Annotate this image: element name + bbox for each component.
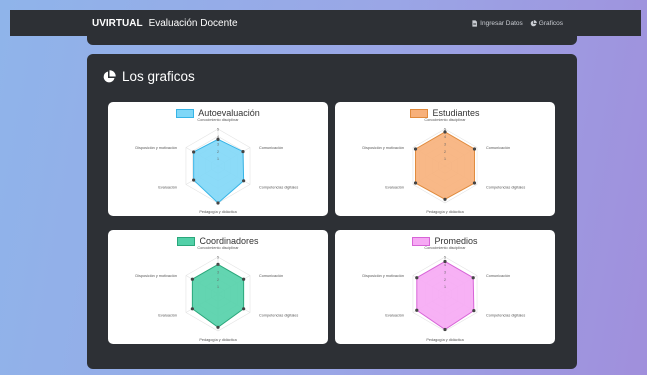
tick-label: 2 [217,150,219,154]
tick-label: 1 [444,285,446,289]
axis-label: Disposición y motivación [362,146,404,150]
radar-chart: 1 2 3 4 5 Conocimiento disciplinar Comunicació… [362,118,525,214]
radar-point [413,181,418,185]
radar-point [415,276,419,280]
radar-point [190,277,194,281]
radar-point [415,308,419,312]
radar-point [471,276,475,280]
tick-label: 2 [444,150,446,154]
radar-point [472,147,477,151]
tick-label: 1 [217,157,219,161]
axis-label: Conocimiento disciplinar [197,246,239,250]
axis-label: Evaluación [385,186,404,190]
pie-chart-icon [103,69,116,82]
chart-panel-promedios: Promedios 1 2 3 4 5 Conocimiento disciplinar C… [335,230,555,344]
radar-chart: 1 2 3 4 5 Conocimiento disciplinar Comunicació… [135,118,298,214]
axis-label: Competencias digitales [486,186,525,190]
axis-label: Pedagogía y didáctica [426,338,464,342]
tick-label: 3 [217,270,219,274]
axis-label: Conocimiento disciplinar [424,246,466,250]
axis-label: Comunicación [259,274,283,278]
nav-graficos-label: Graficos [538,19,563,27]
axis-label: Pedagogía y didáctica [426,210,464,214]
file-icon [472,19,478,27]
radar-chart: 1 2 3 4 5 Conocimiento disciplinar Comunicació… [362,246,525,342]
radar-point [443,197,447,201]
radar-point [242,277,246,281]
axis-label: Evaluación [158,314,177,318]
section-title-text: Los graficos [122,69,195,84]
tick-label: 3 [217,142,219,146]
axis-label: Comunicación [486,274,510,278]
nav-ingresar-datos[interactable]: Ingresar Datos [471,20,523,27]
radar-point [472,181,477,185]
nav-links: Ingresar Datos Graficos [471,20,563,27]
chart-panel-coordinadores: Coordinadores 1 2 3 4 5 Conocimiento discipli… [108,230,328,344]
page-name[interactable]: Evaluación Docente [149,18,238,29]
tick-label: 2 [444,278,446,282]
radar-point [192,178,196,182]
tick-label: 2 [217,278,219,282]
radar-point [216,201,220,205]
tick-label: 5 [444,128,446,132]
axis-label: Evaluación [385,314,404,318]
pie-chart-icon [530,19,537,26]
tick-label: 5 [217,128,219,132]
radar-point [413,147,418,151]
axis-label: Conocimiento disciplinar [424,118,466,122]
radar-point [472,309,476,313]
tick-label: 4 [217,135,219,139]
axis-label: Competencias digitales [259,314,298,318]
radar-point [241,149,245,154]
navbar: UVIRTUAL Evaluación Docente Ingresar Dat… [10,10,641,36]
axis-label: Evaluación [158,186,177,190]
radar-point [216,325,220,329]
axis-label: Disposición y motivación [362,274,404,278]
axis-label: Competencias digitales [486,314,525,318]
chart-panel-estudiantes: Estudiantes 1 2 3 4 5 Conocimiento disciplina… [335,102,555,216]
tick-label: 4 [217,263,219,267]
radar-point [443,327,447,332]
radar-point [242,307,246,311]
tick-label: 3 [444,142,446,146]
axis-label: Comunicación [259,146,283,150]
tick-label: 5 [217,256,219,260]
tick-label: 4 [444,135,446,139]
axis-label: Pedagogía y didáctica [199,338,237,342]
axis-label: Pedagogía y didáctica [199,210,237,214]
axis-label: Competencias digitales [259,186,298,190]
axis-label: Disposición y motivación [135,146,177,150]
chart-panel-autoevaluacion: Autoevaluación 1 2 3 4 5 Conocimiento discipl… [108,102,328,216]
tick-label: 4 [444,263,446,267]
radar-point [192,150,196,154]
axis-label: Disposición y motivación [135,274,177,278]
radar-point [190,307,194,311]
tick-label: 3 [444,270,446,274]
nav-graficos[interactable]: Graficos [530,20,563,27]
axis-label: Conocimiento disciplinar [197,118,239,122]
radar-point [242,179,246,183]
radar-chart: 1 2 3 4 5 Conocimiento disciplinar Comunicació… [135,246,298,342]
tick-label: 5 [444,256,446,260]
axis-label: Comunicación [486,146,510,150]
nav-ingresar-datos-label: Ingresar Datos [480,19,523,27]
app-name[interactable]: UVIRTUAL [92,18,143,29]
tick-label: 1 [217,285,219,289]
section-title: Los graficos [102,69,195,84]
previous-card [87,36,577,45]
brand[interactable]: UVIRTUAL Evaluación Docente [92,18,238,29]
tick-label: 1 [444,157,446,161]
